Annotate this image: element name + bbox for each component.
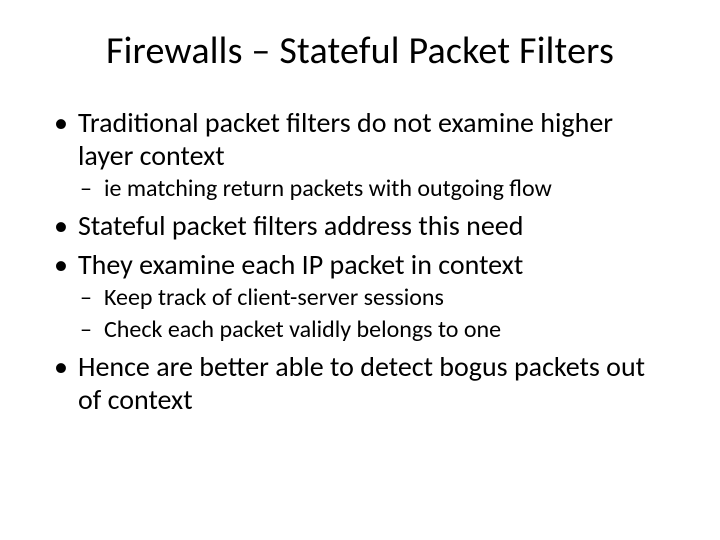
sub-list-item: ie matching return packets with outgoing… (78, 174, 670, 203)
sub-list: ie matching return packets with outgoing… (78, 174, 670, 203)
sub-list-item: Keep track of client-server sessions (78, 283, 670, 312)
list-item: Traditional packet filters do not examin… (50, 106, 670, 203)
list-item-text: They examine each IP packet in context (78, 247, 523, 282)
list-item-text: Traditional packet filters do not examin… (78, 105, 613, 173)
list-item-text: Stateful packet filters address this nee… (78, 208, 523, 243)
list-item: Stateful packet filters address this nee… (50, 209, 670, 242)
bullet-list: Traditional packet filters do not examin… (50, 106, 670, 416)
sub-list: Keep track of client-server sessions Che… (78, 283, 670, 344)
list-item-text: Hence are better able to detect bogus pa… (78, 349, 645, 417)
slide: Firewalls – Stateful Packet Filters Trad… (0, 0, 720, 540)
list-item: They examine each IP packet in context K… (50, 248, 670, 344)
sub-list-item: Check each packet validly belongs to one (78, 315, 670, 344)
slide-title: Firewalls – Stateful Packet Filters (50, 28, 670, 74)
list-item: Hence are better able to detect bogus pa… (50, 350, 670, 416)
